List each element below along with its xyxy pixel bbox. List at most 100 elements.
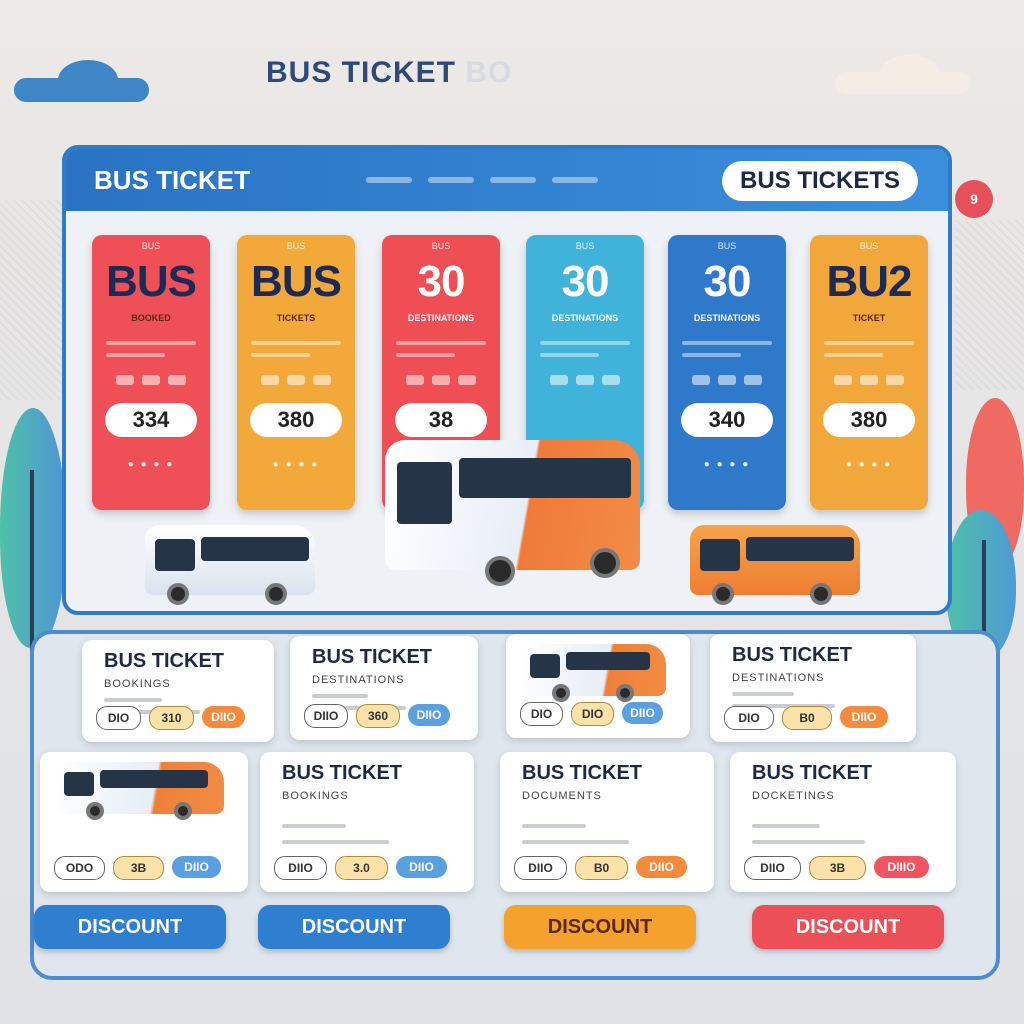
ticket-subtitle: DESTINATIONS [693,313,761,323]
card-detail-line [752,840,865,844]
discount-button[interactable]: DISCOUNT [258,905,450,949]
ticket-headline: BUS [106,257,197,306]
card-pill[interactable]: B0 [782,706,832,730]
bus-tickets-button[interactable]: BUS TICKETS [721,161,918,201]
window-header: BUS TICKET BUS TICKETS [66,149,948,211]
discount-button[interactable]: DISCOUNT [504,905,696,949]
card-pill[interactable]: DIIIO [874,856,929,878]
ticket-card[interactable]: DIO DIO DIIO [506,634,690,738]
card-pill[interactable]: DIIO [840,706,888,728]
card-pill[interactable]: 360 [356,704,400,728]
card-bus-icon [56,762,224,822]
ticket-2[interactable]: BUS BUS TICKETS 380 ● ● ● ● [237,235,355,510]
ticket-price[interactable]: 334 [105,403,197,437]
ticket-info-row [526,375,644,385]
card-title: BUS TICKET [732,644,852,666]
discount-button[interactable]: DISCOUNT [34,905,226,949]
ticket-footer: ● ● ● ● [703,459,751,470]
ticket-info-row [237,375,355,385]
card-pill[interactable]: DIIO [202,706,245,728]
ticket-detail-line [824,353,883,357]
card-detail-line [312,694,369,698]
bus-icon-left [145,525,315,610]
ticket-detail-line [540,341,630,345]
ticket-price[interactable]: 380 [250,403,342,437]
ticket-detail-line [251,353,310,357]
ticket-headline: 30 [417,257,466,306]
ticket-label: BUS [717,241,737,251]
card-subtitle: BOOKINGS [282,790,349,802]
ticket-detail-line [106,353,165,357]
page-heading: BUS TICKET BO [266,56,513,89]
nav-item-2[interactable] [428,177,474,183]
ticket-card[interactable]: BUS TICKET BOOKINGS DIO 310 DIIO [82,640,274,742]
ticket-price[interactable]: 38 [395,403,487,437]
ticket-footer: ● ● ● ● [127,459,175,470]
ticket-info-row [382,375,500,385]
card-detail-line [282,824,347,828]
ticket-detail-line [682,341,772,345]
card-subtitle: DESTINATIONS [732,672,825,684]
ticket-price[interactable]: 340 [681,403,773,437]
card-title: BUS TICKET [282,762,402,784]
header-nav [366,177,598,183]
card-pill[interactable]: DIO [724,706,774,730]
card-pill[interactable]: ODO [54,856,105,880]
card-pill[interactable]: DIO [520,702,563,726]
ticket-headline: 30 [561,257,610,306]
card-title: BUS TICKET [522,762,642,784]
ticket-subtitle: BOOKED [131,313,171,323]
card-pill[interactable]: DIIO [396,856,447,878]
card-title: BUS TICKET [752,762,872,784]
ticket-card[interactable]: BUS TICKET BOOKINGS DIIO 3.0 DIIO [260,752,474,892]
ticket-1[interactable]: BUS BUS BOOKED 334 ● ● ● ● [92,235,210,510]
ticket-price[interactable]: 380 [823,403,915,437]
ticket-detail-line [682,353,741,357]
ticket-detail-line [106,341,196,345]
card-pill[interactable]: DIIO [514,856,567,880]
ticket-subtitle: TICKET [852,313,886,323]
card-pill[interactable]: DIIO [636,856,687,878]
card-subtitle: DOCUMENTS [522,790,602,802]
nav-item-1[interactable] [366,177,412,183]
ticket-card[interactable]: ODO 3B DIIO [40,752,248,892]
card-pill[interactable]: DIO [571,702,614,726]
ticket-detail-line [251,341,341,345]
card-pill[interactable]: 3B [809,856,866,880]
nav-item-3[interactable] [490,177,536,183]
card-pill[interactable]: 3B [113,856,164,880]
discount-button[interactable]: DISCOUNT [752,905,944,949]
notification-badge[interactable]: 9 [955,180,993,218]
card-title: BUS TICKET [104,650,224,672]
card-pill[interactable]: 3.0 [335,856,388,880]
card-pill[interactable]: DIIO [172,856,221,878]
card-pill[interactable]: DIO [96,706,141,730]
card-pill[interactable]: DIIO [304,704,348,728]
ticket-info-row [92,375,210,385]
hatch-pattern-right [955,220,1024,390]
ticket-footer: ● ● ● ● [272,459,320,470]
ticket-card[interactable]: BUS TICKET DESTINATIONS DIIO 360 DIIO [290,636,478,740]
ticket-6[interactable]: BUS BU2 TICKET 380 ● ● ● ● [810,235,928,510]
card-title: BUS TICKET [312,646,432,668]
ticket-card[interactable]: BUS TICKET DOCUMENTS DIIO B0 DIIO [500,752,714,892]
card-detail-line [752,824,820,828]
card-pill[interactable]: 310 [149,706,194,730]
ticket-5[interactable]: BUS 30 DESTINATIONS 340 ● ● ● ● [668,235,786,510]
bus-icon-center [385,440,640,590]
ticket-card[interactable]: BUS TICKET DESTINATIONS DIO B0 DIIO [710,634,916,742]
card-pill[interactable]: DIIO [744,856,801,880]
card-pill[interactable]: B0 [575,856,628,880]
ticket-detail-line [396,353,455,357]
ticket-headline: BU2 [826,257,912,306]
hatch-pattern-left [0,200,70,400]
window-title: BUS TICKET [94,165,250,195]
card-pill[interactable]: DIIO [622,702,663,724]
ticket-label: BUS [575,241,595,251]
nav-item-4[interactable] [552,177,598,183]
ticket-card[interactable]: BUS TICKET DOCKETINGS DIIO 3B DIIIO [730,752,956,892]
card-bus-icon [522,644,666,704]
card-pill[interactable]: DIIO [408,704,450,726]
cloud-left-top [58,60,118,100]
card-pill[interactable]: DIIO [274,856,327,880]
